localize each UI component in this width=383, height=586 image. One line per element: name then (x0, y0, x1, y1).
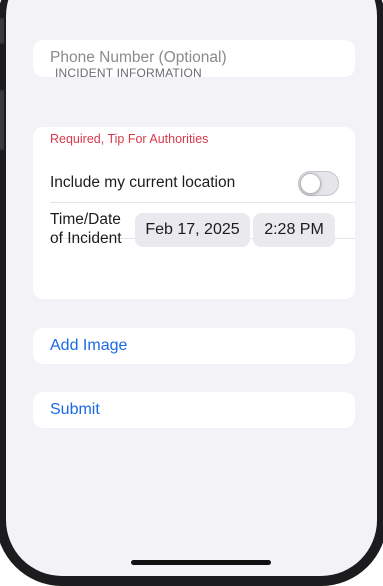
phone-frame: Phone Number (Optional) INCIDENT INFORMA… (0, 0, 383, 586)
home-indicator[interactable] (131, 560, 271, 565)
incident-section-header: INCIDENT INFORMATION (55, 66, 202, 80)
time-picker[interactable]: 2:28 PM (253, 213, 335, 247)
submit-button[interactable]: Submit (33, 392, 355, 428)
side-button (0, 90, 4, 150)
incident-placeholder: Required, Tip For Authorities (50, 132, 209, 146)
location-toggle[interactable] (298, 171, 339, 196)
time-date-label-line2: of Incident (50, 230, 122, 247)
time-date-label-line1: Time/Date (50, 211, 121, 228)
phone-number-placeholder: Phone Number (Optional) (50, 49, 227, 66)
date-picker[interactable]: Feb 17, 2025 (135, 213, 250, 247)
divider (50, 202, 355, 203)
add-image-label: Add Image (50, 337, 128, 354)
time-date-label: Time/Date of Incident (50, 210, 140, 248)
incident-card: Required, Tip For Authorities Include my… (33, 127, 355, 299)
toggle-knob (300, 173, 321, 194)
location-label: Include my current location (50, 174, 236, 191)
side-button (0, 18, 4, 44)
submit-label: Submit (50, 401, 100, 418)
add-image-button[interactable]: Add Image (33, 328, 355, 364)
